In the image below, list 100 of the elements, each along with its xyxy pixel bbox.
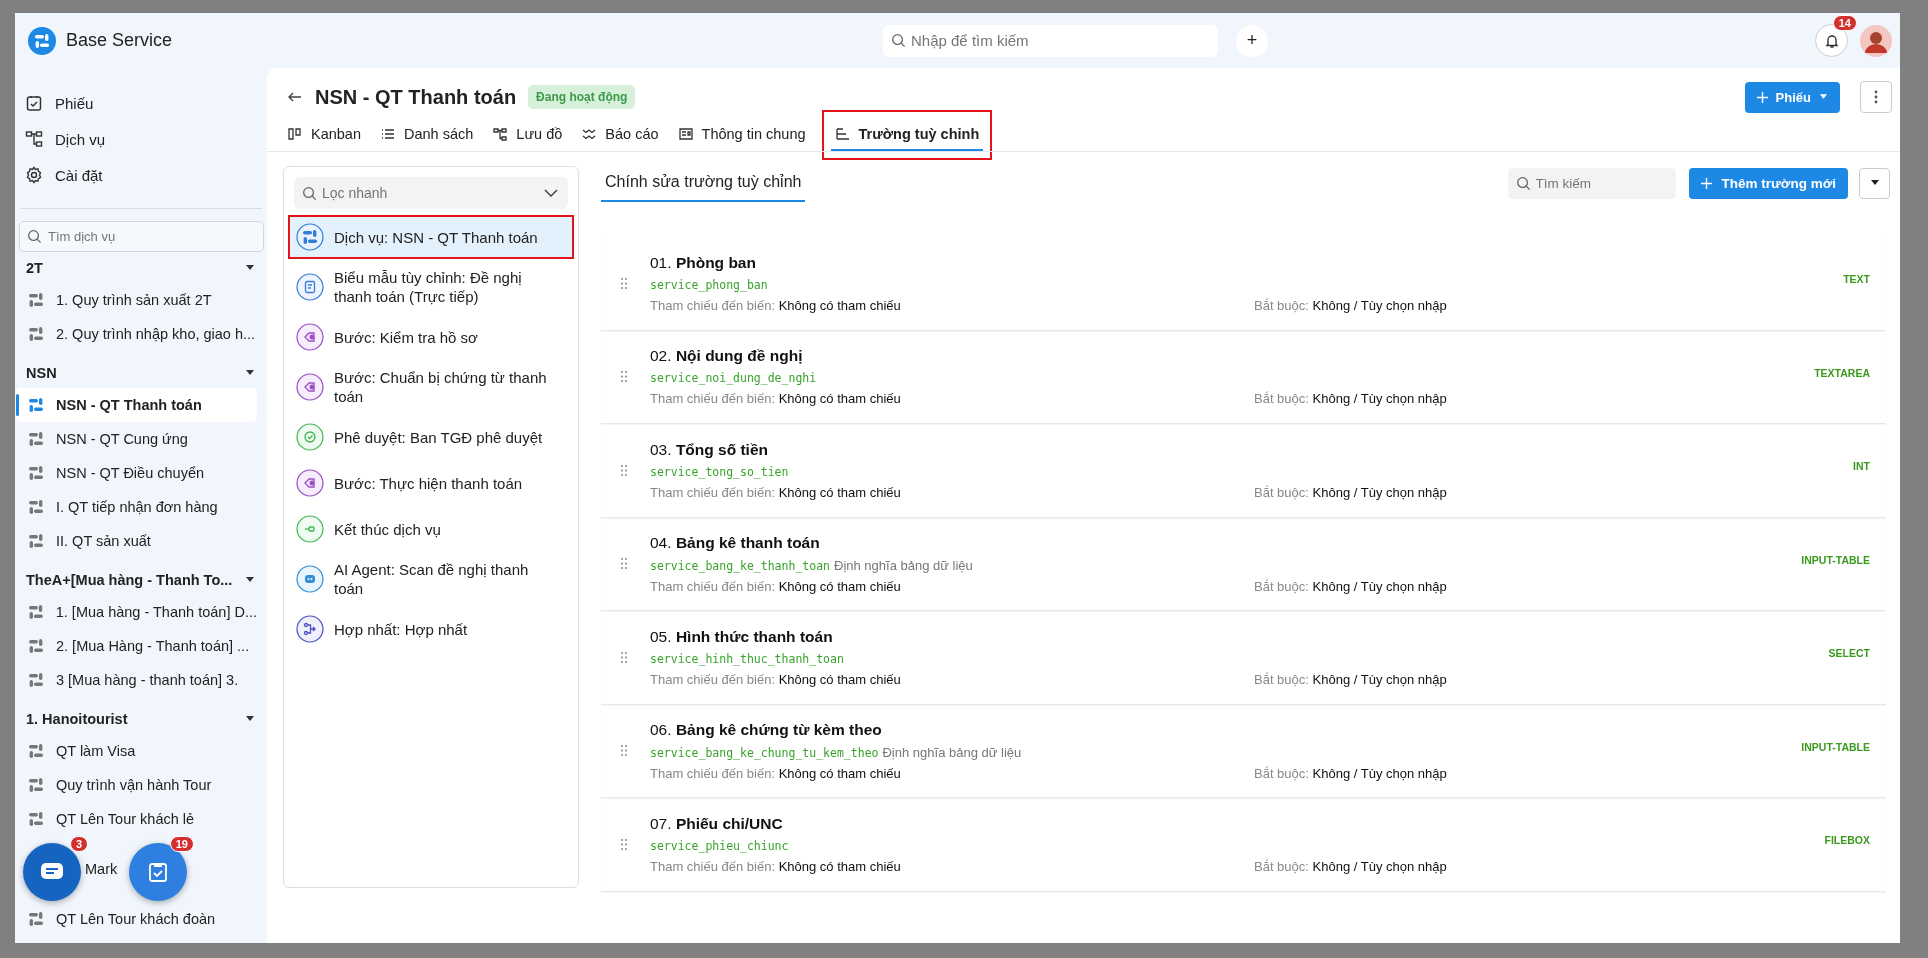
drag-handle-icon[interactable] (621, 651, 627, 663)
add-button[interactable]: + (1236, 24, 1268, 57)
field-title: 06. Bảng kê chứng từ kèm theo (650, 720, 883, 739)
node-item[interactable]: Phê duyệt: Ban TGĐ phê duyệt (290, 417, 572, 457)
group-header[interactable]: TheA+[Mua hàng - Thanh To... (26, 571, 233, 588)
definition-link[interactable]: Định nghĩa bảng dữ liệu (882, 744, 1022, 760)
search-field[interactable]: Nhập để tìm kiếm (883, 24, 1218, 57)
required-info: Bắt buộc: Không / Tùy chọn nhập (1254, 765, 1448, 781)
caret-icon[interactable] (245, 715, 255, 722)
service-item[interactable]: NSN - QT Thanh toán (16, 388, 257, 422)
edit-fields-tab[interactable]: Chính sửa trường tuỳ chỉnh (601, 164, 806, 202)
field-row[interactable]: 01. Phòng ban service_phong_ban Tham chiếu đến biến: Không có tham chiếu Bắt buộc: Không / Tùy chọn nhập TEXT (601, 237, 1886, 331)
drag-handle-icon[interactable] (621, 371, 627, 383)
service-item[interactable]: 1. [Mua hàng - Thanh toán] D... (16, 595, 257, 629)
node-item[interactable]: Kết thúc dịch vụ (290, 509, 572, 549)
dropdown-button[interactable] (1859, 167, 1890, 199)
node-item[interactable]: Bước: Chuẩn bị chứng từ thanh toán (290, 363, 572, 411)
add-field-button[interactable]: Thêm trường mới (1688, 167, 1848, 199)
service-item[interactable]: 1. Quy trình sản xuất 2T (16, 283, 257, 317)
caret-icon[interactable] (245, 369, 255, 376)
filter-field[interactable]: Lọc nhanh (294, 177, 568, 209)
service-item[interactable]: Quy trình vận hành Tour (16, 768, 257, 802)
nav-item[interactable]: Cài đặt (15, 157, 267, 193)
field-row[interactable]: 03. Tổng số tiền service_tong_so_tien Tham chiếu đến biến: Không có tham chiếu Bắt buộc: Không / Tùy chọn nhập INT (601, 424, 1886, 518)
node-item[interactable]: Hợp nhất: Hợp nhất (290, 609, 572, 649)
field-row[interactable]: 07. Phiếu chi/UNC service_phieu_chiunc Tham chiếu đến biến: Không có tham chiếu Bắt buộc: Không / Tùy chọn nhập FILEBOX (601, 798, 1886, 892)
group-header[interactable]: 2T (26, 259, 43, 276)
node-item[interactable]: Bước: Kiểm tra hồ sơ (290, 317, 572, 357)
tab[interactable]: Kanban (287, 119, 371, 151)
drag-handle-icon[interactable] (621, 745, 627, 757)
list-icon (380, 126, 396, 142)
required-info: Bắt buộc: Không / Tùy chọn nhập (1254, 578, 1448, 594)
service-item[interactable]: 2. [Mua Hàng - Thanh toán] ... (16, 629, 257, 663)
caret-icon[interactable] (245, 264, 255, 271)
tab[interactable]: Báo cáo (581, 119, 669, 151)
field-search[interactable]: Tìm kiếm (1507, 167, 1676, 199)
field-row[interactable]: 06. Bảng kê chứng từ kèm theo service_bang_ke_chung_tu_kem_theo Định nghĩa bảng dữ liệu Tham chiếu đến biến: Không có tham chiếu Bắt buộc: Không / Tùy chọn nhập INPUT-TABLE (601, 704, 1886, 798)
service-icon (28, 638, 44, 654)
reference-info: Tham chiếu đến biến: Không có tham chiếu (650, 858, 902, 874)
drag-handle-icon[interactable] (621, 464, 627, 476)
more-icon (1874, 90, 1878, 104)
service-item[interactable]: Mark (85, 861, 118, 877)
field-title: 07. Phiếu chi/UNC (650, 814, 784, 833)
service-item[interactable]: QT Lên Tour khách lẻ (16, 802, 257, 836)
service-item[interactable]: QT Lên Tour khách đoàn (16, 902, 257, 936)
service-search-field[interactable]: Tìm dịch vụ (19, 221, 264, 252)
field-title: 01. Phòng ban (650, 253, 757, 272)
tab[interactable]: Thông tin chung (677, 119, 816, 151)
node-item[interactable]: AI Agent: Scan đề nghị thanh toán (290, 555, 572, 603)
node-item[interactable]: Biểu mẫu tùy chỉnh: Đề nghị thanh toán (Trực tiếp) (290, 263, 572, 311)
form-icon (677, 126, 694, 142)
service-item[interactable]: QT làm Visa (16, 734, 257, 768)
chat-icon (40, 862, 64, 882)
service-item[interactable]: 2. Quy trình nhập kho, giao h... (16, 317, 257, 351)
group-header[interactable]: 1. Hanoitourist (26, 710, 128, 727)
caret-icon[interactable] (245, 576, 255, 583)
tab[interactable]: Danh sách (380, 119, 484, 151)
field-code: service_bang_ke_chung_tu_kem_theo (650, 745, 879, 760)
field-row[interactable]: 05. Hình thức thanh toán service_hinh_thuc_thanh_toan Tham chiếu đến biến: Không có tham chiếu Bắt buộc: Không / Tùy chọn nhập SELECT (601, 611, 1886, 705)
page-title: NSN - QT Thanh toán (315, 85, 517, 109)
group-header[interactable]: NSN (26, 364, 57, 381)
service-item[interactable]: I. QT tiếp nhận đơn hàng (16, 490, 257, 524)
search-icon (1515, 175, 1531, 191)
drag-handle-icon[interactable] (621, 838, 627, 850)
tab[interactable]: Lưu đồ (492, 119, 573, 151)
field-type: TEXT (1843, 273, 1870, 285)
chevron-down-icon[interactable] (544, 189, 558, 197)
node-item[interactable]: Dịch vụ: NSN - QT Thanh toán (290, 217, 572, 257)
tab[interactable]: Trường tuỳ chỉnh (830, 119, 984, 151)
nav-item[interactable]: Dịch vụ (15, 121, 267, 157)
service-icon (28, 672, 44, 688)
avatar[interactable] (1860, 24, 1892, 57)
field-type: INPUT-TABLE (1801, 740, 1870, 753)
service-item[interactable]: NSN - QT Điều chuyển (16, 456, 257, 490)
kanban-icon (287, 126, 303, 142)
service-item[interactable]: NSN - QT Cung ứng (16, 422, 257, 456)
node-icon (296, 565, 324, 593)
node-item[interactable]: Bước: Thực hiện thanh toán (290, 463, 572, 503)
reference-info: Tham chiếu đến biến: Không có tham chiếu (650, 578, 902, 594)
field-row[interactable]: 02. Nội dung đề nghị service_noi_dung_de_nghi Tham chiếu đến biến: Không có tham chiếu Bắt buộc: Không / Tùy chọn nhập TEXTAREA (601, 330, 1886, 424)
required-info: Bắt buộc: Không / Tùy chọn nhập (1254, 671, 1448, 687)
field-code: service_phong_ban (650, 277, 768, 292)
service-item[interactable]: II. QT sản xuất (16, 524, 257, 558)
field-code: service_noi_dung_de_nghi (650, 371, 817, 386)
service-icon (28, 533, 44, 549)
plus-icon (1756, 91, 1768, 103)
field-row[interactable]: 04. Bảng kê thanh toán service_bang_ke_thanh_toan Định nghĩa bảng dữ liệu Tham chiếu đến biến: Không có tham chiếu Bắt buộc: Không / Tùy chọn nhập INPUT-TABLE (601, 517, 1886, 611)
drag-handle-icon[interactable] (621, 558, 627, 570)
search-icon (891, 33, 906, 48)
plus-icon (1700, 177, 1712, 189)
service-item[interactable]: 3 [Mua hàng - thanh toán] 3. (16, 663, 257, 697)
required-info: Bắt buộc: Không / Tùy chọn nhập (1254, 391, 1448, 407)
drag-handle-icon[interactable] (621, 277, 627, 289)
status-badge: Đang hoạt động (528, 85, 636, 109)
field-code: service_hinh_thuc_thanh_toan (650, 651, 844, 666)
definition-link[interactable]: Định nghĩa bảng dữ liệu (834, 557, 973, 573)
nav-item[interactable]: Phiếu (15, 85, 267, 121)
field-title: 02. Nội dung đề nghị (650, 347, 804, 366)
service-icon (28, 911, 44, 927)
new-ticket-button[interactable]: Phiếu (1744, 81, 1840, 113)
